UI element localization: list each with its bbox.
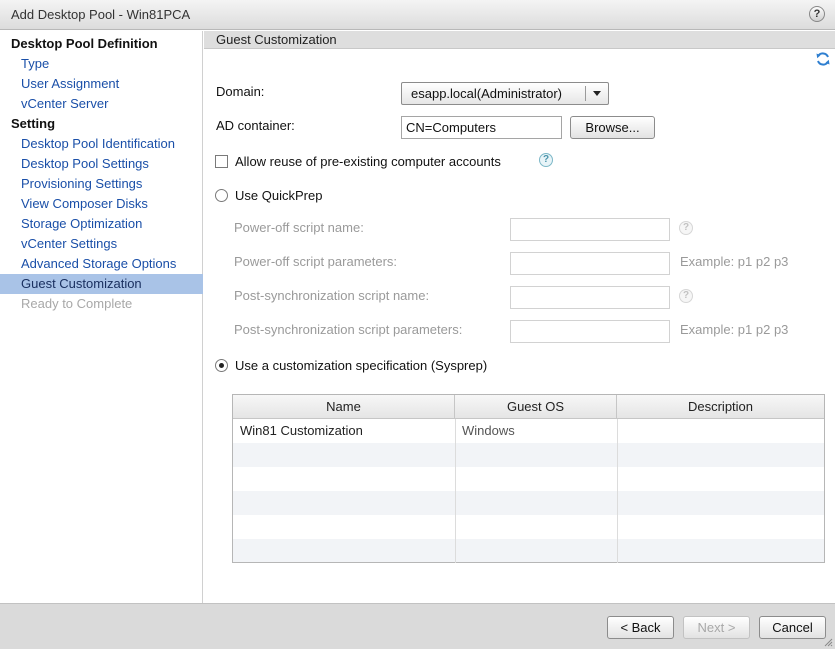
postsync-params-example: Example: p1 p2 p3 bbox=[680, 322, 789, 337]
sidebar-heading-setting: Setting bbox=[11, 116, 56, 131]
section-title: Guest Customization bbox=[204, 31, 835, 49]
poweroff-script-params-input bbox=[510, 252, 670, 275]
table-row-empty bbox=[233, 515, 824, 539]
help-icon[interactable]: ? bbox=[809, 6, 825, 22]
poweroff-script-params-label: Power-off script parameters: bbox=[234, 254, 398, 269]
table-header: Name Guest OS Description bbox=[233, 395, 824, 419]
column-header-description[interactable]: Description bbox=[617, 395, 824, 419]
sidebar-item-ready-to-complete: Ready to Complete bbox=[21, 296, 133, 311]
column-divider bbox=[455, 419, 456, 563]
table-row-empty bbox=[233, 443, 824, 467]
sidebar-heading-desktop-pool-definition: Desktop Pool Definition bbox=[11, 36, 158, 51]
sidebar-item-vcenter-settings[interactable]: vCenter Settings bbox=[0, 234, 203, 254]
postsync-script-name-label: Post-synchronization script name: bbox=[234, 288, 430, 303]
domain-label: Domain: bbox=[216, 84, 265, 99]
column-header-name[interactable]: Name bbox=[233, 395, 455, 419]
sidebar-item-user-assignment[interactable]: User Assignment bbox=[0, 74, 203, 94]
table-row[interactable]: Win81 Customization Windows bbox=[233, 419, 824, 443]
column-divider bbox=[617, 419, 618, 563]
sidebar-item-view-composer-disks[interactable]: View Composer Disks bbox=[0, 194, 203, 214]
sidebar-item-provisioning-settings[interactable]: Provisioning Settings bbox=[0, 174, 203, 194]
resize-grip-icon[interactable] bbox=[823, 637, 833, 647]
poweroff-params-example: Example: p1 p2 p3 bbox=[680, 254, 789, 269]
customization-spec-table: Name Guest OS Description Win81 Customiz… bbox=[232, 394, 825, 563]
sidebar-item-guest-customization[interactable]: Guest Customization bbox=[0, 274, 203, 294]
main-panel: Guest Customization Domain: esapp.local(… bbox=[204, 31, 835, 603]
sidebar-item-desktop-pool-settings[interactable]: Desktop Pool Settings bbox=[0, 154, 203, 174]
table-row-empty bbox=[233, 491, 824, 515]
cell-description bbox=[617, 419, 824, 443]
title-bar: Add Desktop Pool - Win81PCA ? bbox=[0, 0, 835, 30]
allow-reuse-checkbox[interactable] bbox=[215, 155, 228, 168]
back-button[interactable]: < Back bbox=[607, 616, 674, 639]
postsync-name-help-icon: ? bbox=[679, 289, 693, 303]
sidebar-item-vcenter-server[interactable]: vCenter Server bbox=[0, 94, 203, 114]
sysprep-radio[interactable] bbox=[215, 359, 228, 372]
domain-select-value: esapp.local(Administrator) bbox=[411, 86, 563, 101]
sidebar-item-desktop-pool-identification[interactable]: Desktop Pool Identification bbox=[0, 134, 203, 154]
allow-reuse-help-icon[interactable]: ? bbox=[539, 153, 553, 167]
poweroff-name-help-icon: ? bbox=[679, 221, 693, 235]
postsync-script-params-label: Post-synchronization script parameters: bbox=[234, 322, 463, 337]
poweroff-script-name-input bbox=[510, 218, 670, 241]
postsync-script-name-input bbox=[510, 286, 670, 309]
browse-button[interactable]: Browse... bbox=[570, 116, 655, 139]
cancel-button[interactable]: Cancel bbox=[759, 616, 826, 639]
sysprep-label: Use a customization specification (Syspr… bbox=[235, 358, 488, 373]
chevron-down-icon bbox=[593, 91, 601, 96]
column-header-guest-os[interactable]: Guest OS bbox=[455, 395, 617, 419]
cell-guest-os: Windows bbox=[462, 423, 515, 438]
table-row-empty bbox=[233, 539, 824, 562]
wizard-sidebar: Desktop Pool Definition Type User Assign… bbox=[0, 31, 203, 603]
postsync-script-params-input bbox=[510, 320, 670, 343]
refresh-icon[interactable] bbox=[815, 51, 831, 67]
ad-container-label: AD container: bbox=[216, 118, 295, 133]
table-row-empty bbox=[233, 467, 824, 491]
domain-select[interactable]: esapp.local(Administrator) bbox=[401, 82, 609, 105]
wizard-footer: < Back Next > Cancel bbox=[0, 603, 835, 649]
quickprep-radio[interactable] bbox=[215, 189, 228, 202]
poweroff-script-name-label: Power-off script name: bbox=[234, 220, 364, 235]
quickprep-label: Use QuickPrep bbox=[235, 188, 323, 203]
sidebar-item-type[interactable]: Type bbox=[0, 54, 203, 74]
sidebar-item-storage-optimization[interactable]: Storage Optimization bbox=[0, 214, 203, 234]
window-title: Add Desktop Pool - Win81PCA bbox=[11, 7, 191, 22]
next-button: Next > bbox=[683, 616, 750, 639]
allow-reuse-label: Allow reuse of pre-existing computer acc… bbox=[235, 154, 501, 169]
sidebar-item-advanced-storage-options[interactable]: Advanced Storage Options bbox=[0, 254, 203, 274]
domain-select-separator bbox=[585, 86, 586, 101]
ad-container-input[interactable]: CN=Computers bbox=[401, 116, 562, 139]
cell-name: Win81 Customization bbox=[240, 423, 363, 438]
